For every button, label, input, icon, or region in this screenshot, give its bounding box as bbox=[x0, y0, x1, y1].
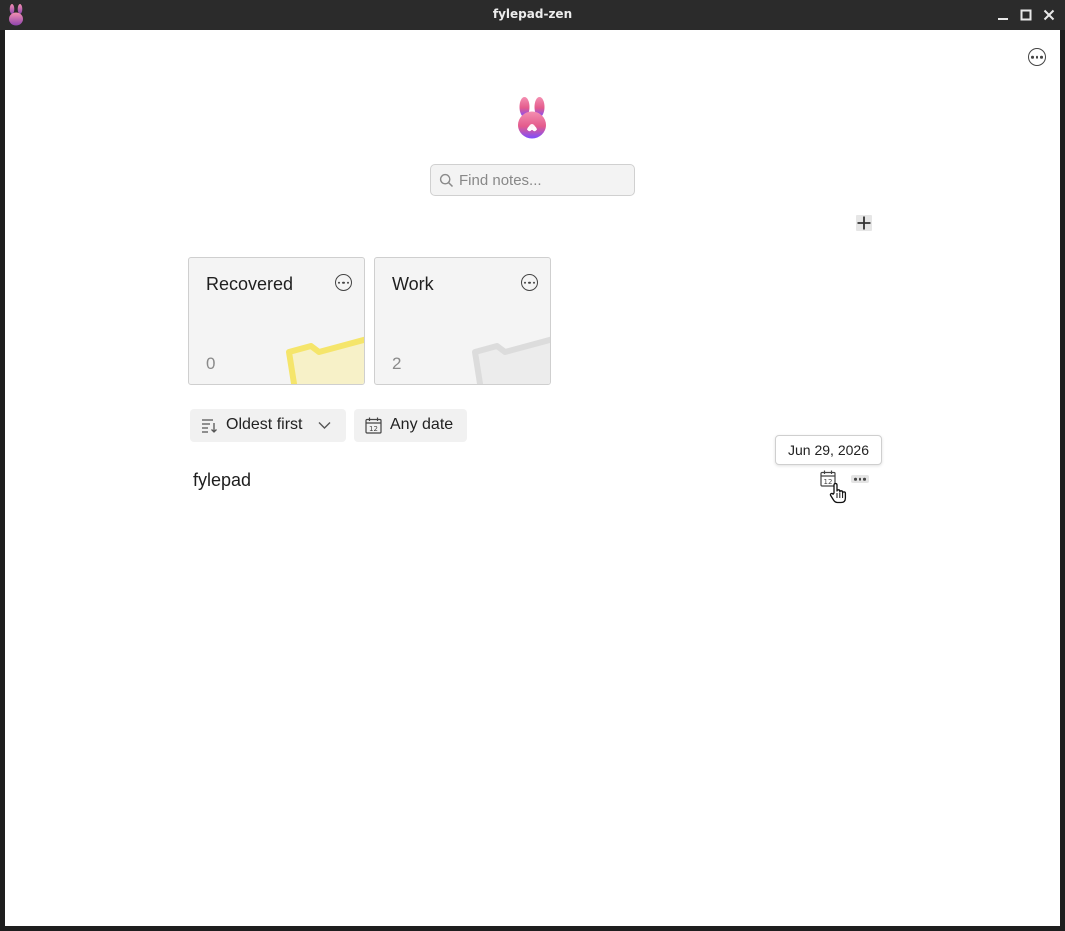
search-input[interactable] bbox=[459, 169, 627, 191]
chevron-down-icon bbox=[318, 422, 331, 429]
sort-dropdown[interactable]: Oldest first bbox=[190, 409, 346, 442]
search-icon bbox=[439, 173, 454, 188]
close-icon[interactable] bbox=[1041, 7, 1057, 23]
brand-logo-icon bbox=[518, 97, 546, 139]
window-titlebar: fylepad-zen bbox=[0, 0, 1065, 30]
sort-label: Oldest first bbox=[226, 416, 303, 433]
note-list-item[interactable]: fylepad 12 bbox=[190, 464, 875, 496]
folder-illustration-icon bbox=[286, 336, 364, 384]
calendar-icon: 12 bbox=[365, 417, 382, 434]
folder-card-recovered[interactable]: Recovered 0 bbox=[188, 257, 365, 385]
folder-card-work[interactable]: Work 2 bbox=[374, 257, 551, 385]
sort-icon bbox=[202, 419, 217, 433]
maximize-icon[interactable] bbox=[1018, 7, 1034, 23]
folder-name: Recovered bbox=[206, 274, 294, 294]
folder-count: 2 bbox=[392, 354, 402, 373]
date-filter-label: Any date bbox=[390, 416, 454, 433]
more-horizontal-icon bbox=[851, 477, 869, 481]
tooltip-text: Jun 29, 2026 bbox=[788, 442, 869, 458]
more-horizontal-circle-icon bbox=[1029, 55, 1045, 59]
folder-illustration-icon bbox=[472, 336, 550, 384]
folder-options-button[interactable] bbox=[335, 274, 352, 291]
note-options-button[interactable] bbox=[851, 475, 869, 483]
folder-count: 0 bbox=[206, 354, 216, 373]
hand-cursor-icon bbox=[829, 482, 847, 504]
svg-text:12: 12 bbox=[369, 425, 378, 433]
more-horizontal-circle-icon bbox=[522, 281, 537, 284]
folder-options-button[interactable] bbox=[521, 274, 538, 291]
minimize-icon[interactable] bbox=[995, 7, 1011, 23]
date-tooltip: Jun 29, 2026 bbox=[775, 435, 882, 465]
note-title: fylepad bbox=[193, 470, 252, 490]
add-folder-button[interactable] bbox=[856, 215, 872, 231]
search-box[interactable] bbox=[430, 164, 635, 196]
app-window: Recovered 0 Work 2 Oldest first bbox=[5, 30, 1060, 926]
more-options-button[interactable] bbox=[1028, 48, 1046, 66]
window-title: fylepad-zen bbox=[492, 7, 573, 21]
more-horizontal-circle-icon bbox=[336, 281, 351, 284]
folder-name: Work bbox=[392, 274, 434, 294]
date-filter-button[interactable]: 12 Any date bbox=[354, 409, 467, 442]
